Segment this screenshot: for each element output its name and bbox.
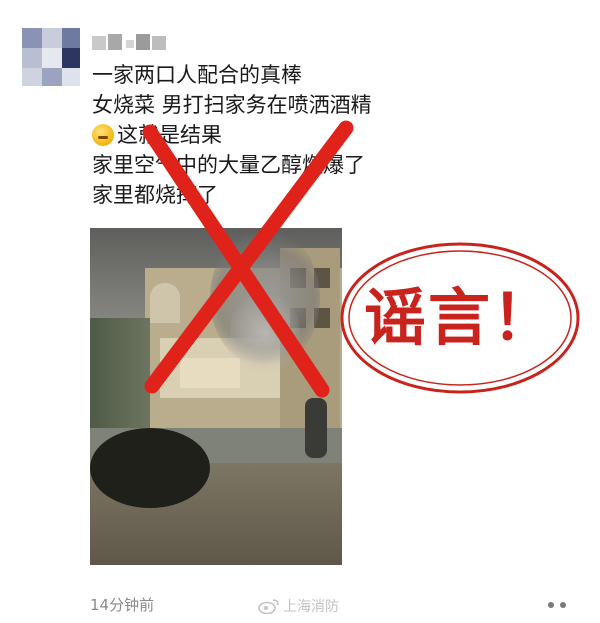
- sweat-smile-emoji-icon: [92, 124, 114, 146]
- post-photo[interactable]: [90, 228, 342, 565]
- post-line: 家里空气中的大量乙醇燃爆了: [92, 153, 365, 177]
- post-timestamp: 14分钟前: [90, 596, 155, 614]
- watermark: 上海消防: [258, 596, 339, 616]
- stamp-text: 谣言！: [363, 281, 556, 354]
- username[interactable]: [92, 30, 172, 54]
- post-line: 一家两口人配合的真棒: [92, 63, 302, 87]
- watermark-text: 上海消防: [283, 599, 339, 615]
- post-text: 一家两口人配合的真棒 女烧菜 男打扫家务在喷洒酒精 这就是结果 家里空气中的大量…: [92, 60, 512, 210]
- post-line: 这就是结果: [92, 120, 512, 150]
- post-line-text: 这就是结果: [117, 123, 222, 147]
- more-dots-icon[interactable]: [546, 598, 572, 612]
- post-line: 女烧菜 男打扫家务在喷洒酒精: [92, 93, 372, 117]
- post-line: 家里都烧掉了: [92, 183, 218, 207]
- weibo-icon: [258, 599, 279, 614]
- avatar[interactable]: [22, 28, 80, 86]
- rumor-stamp: 谣言！: [335, 238, 585, 398]
